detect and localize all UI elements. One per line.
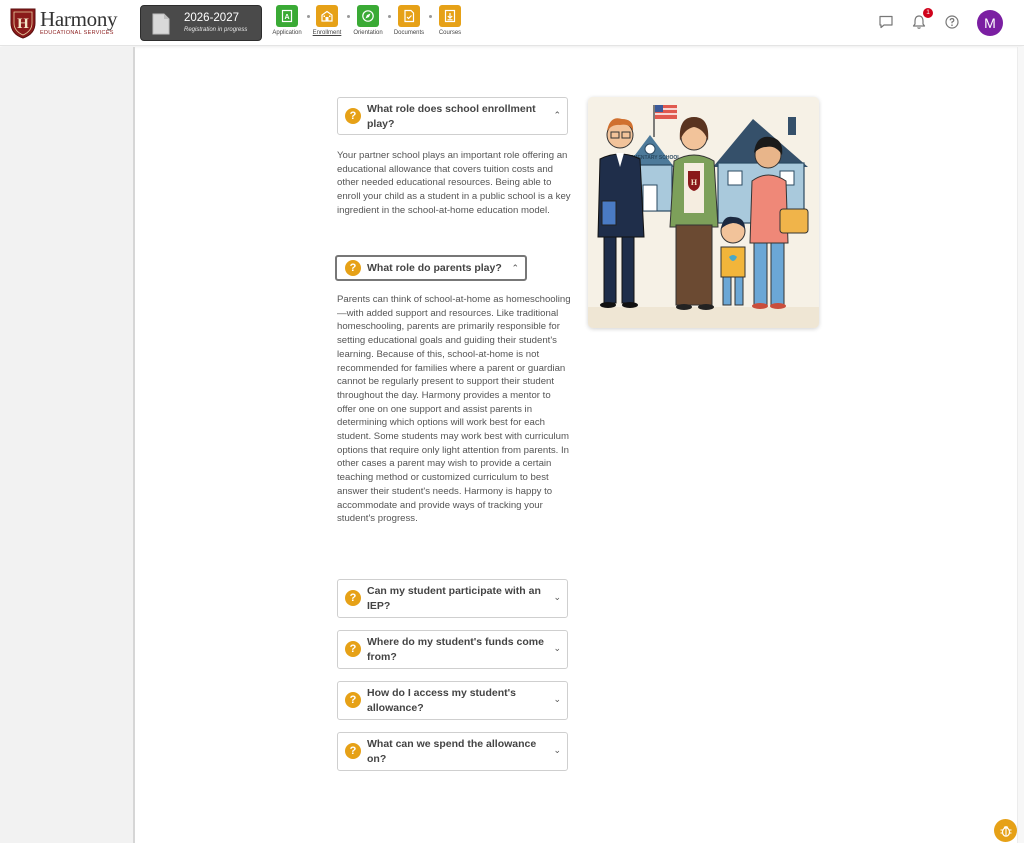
document-icon xyxy=(152,13,170,35)
faq-question-text: What can we spend the allowance on? xyxy=(367,738,537,765)
shield-logo-icon: H xyxy=(10,8,36,39)
chevron-down-icon: ⌄ xyxy=(553,694,561,704)
courses-icon xyxy=(439,5,461,27)
school-year: 2026-2027 xyxy=(184,12,239,24)
compass-icon xyxy=(357,5,379,27)
faq-answer: Your partner school plays an important r… xyxy=(337,150,571,216)
step-courses[interactable]: Courses xyxy=(430,5,470,36)
question-icon: ? xyxy=(345,743,361,759)
faq-question-text: Where do my student's funds come from? xyxy=(367,636,544,663)
step-enrollment[interactable]: Enrollment xyxy=(307,5,347,36)
documents-icon xyxy=(398,5,420,27)
step-orientation[interactable]: Orientation xyxy=(348,5,388,36)
question-icon: ? xyxy=(345,641,361,657)
shirt-logo: H xyxy=(691,178,698,187)
user-avatar[interactable]: M xyxy=(977,10,1003,36)
notification-badge: 1 xyxy=(923,8,933,18)
step-documents[interactable]: Documents xyxy=(389,5,429,36)
brand-subtitle: EDUCATIONAL SERVICES xyxy=(40,30,114,37)
faq-question-school-enrollment[interactable]: ? What role does school enrollment play?… xyxy=(337,97,568,135)
step-label: Enrollment xyxy=(312,30,342,36)
step-application[interactable]: A Application xyxy=(267,5,307,36)
question-icon: ? xyxy=(345,590,361,606)
faq-question-access-allowance[interactable]: ? How do I access my student's allowance… xyxy=(337,681,568,720)
harmony-logo[interactable]: H Harmony EDUCATIONAL SERVICES xyxy=(8,6,118,40)
question-icon: ? xyxy=(345,108,361,124)
step-label: Courses xyxy=(438,30,462,36)
question-icon: ? xyxy=(345,260,361,276)
chevron-up-icon: ⌃ xyxy=(511,263,519,273)
help-icon[interactable] xyxy=(943,13,961,31)
step-label: Application xyxy=(272,30,302,36)
bug-icon xyxy=(1000,825,1011,837)
faq-question-text: Can my student participate with an IEP? xyxy=(367,585,541,612)
chevron-down-icon: ⌄ xyxy=(553,745,561,755)
school-year-selector[interactable]: 2026-2027 Registration in progress xyxy=(140,5,262,41)
application-icon: A xyxy=(276,5,298,27)
step-label: Orientation xyxy=(353,30,383,36)
faq-question-iep[interactable]: ? Can my student participate with an IEP… xyxy=(337,579,568,618)
faq-answer: Parents can think of school-at-home as h… xyxy=(337,294,571,525)
scrollbar[interactable] xyxy=(1017,47,1024,843)
chevron-down-icon: ⌄ xyxy=(553,592,561,602)
faq-question-text: What role does school enrollment play? xyxy=(367,103,536,130)
step-label: Documents xyxy=(393,30,425,36)
chat-icon[interactable] xyxy=(877,13,895,31)
registration-status: Registration in progress xyxy=(184,27,248,33)
family-school-illustration: ELEMENTARY SCHOOL H xyxy=(588,97,819,328)
svg-text:H: H xyxy=(17,16,29,32)
brand-name: Harmony xyxy=(40,7,118,32)
sidebar xyxy=(0,47,135,843)
chevron-up-icon: ⌃ xyxy=(553,110,561,120)
faq-question-parents-role[interactable]: ? What role do parents play? ⌃ xyxy=(335,255,527,281)
question-icon: ? xyxy=(345,692,361,708)
faq-question-text: How do I access my student's allowance? xyxy=(367,687,516,714)
faq-question-spend-allowance[interactable]: ? What can we spend the allowance on? ⌄ xyxy=(337,732,568,771)
svg-text:A: A xyxy=(284,14,289,21)
enrollment-icon xyxy=(316,5,338,27)
top-bar: H Harmony EDUCATIONAL SERVICES 2026-2027… xyxy=(0,0,1024,46)
faq-question-text: What role do parents play? xyxy=(367,262,502,274)
chevron-down-icon: ⌄ xyxy=(553,643,561,653)
report-bug-button[interactable] xyxy=(994,819,1017,842)
faq-question-funds[interactable]: ? Where do my student's funds come from?… xyxy=(337,630,568,669)
